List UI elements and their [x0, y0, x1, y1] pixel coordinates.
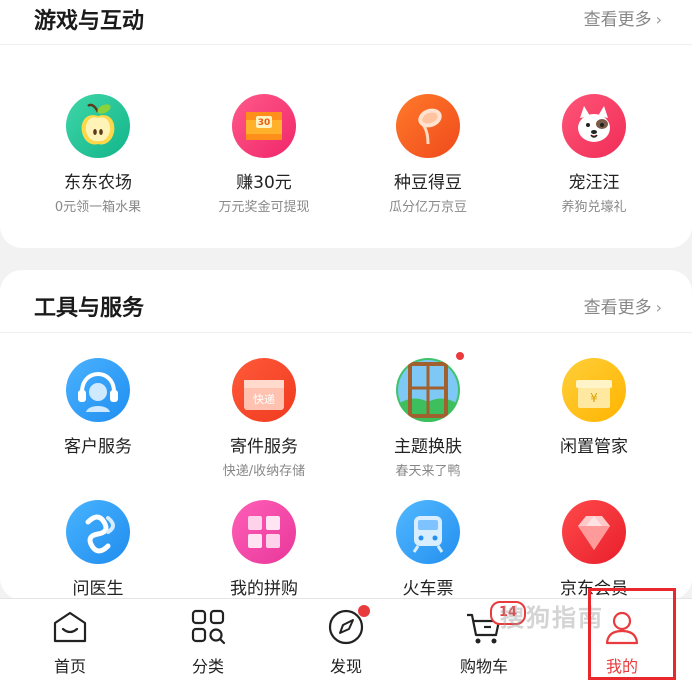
apple-icon: [66, 94, 130, 158]
tool-item-group-buy[interactable]: 我的拼购: [178, 500, 350, 599]
dog-face-icon: [562, 94, 626, 158]
tools-more-link[interactable]: 查看更多 ›: [584, 293, 662, 318]
home-icon: [50, 607, 90, 647]
cart-icon: 14: [464, 601, 526, 647]
window-landscape-icon: [396, 358, 460, 422]
tools-title: 工具与服务: [34, 296, 145, 321]
nav-category[interactable]: 分类: [158, 607, 258, 681]
puzzle-icon: [232, 500, 296, 564]
treasure-chest-icon: 30: [232, 94, 296, 158]
game-item-dog[interactable]: 宠汪汪 养狗兑壕礼: [508, 94, 680, 215]
tool-item-doctor[interactable]: 问医生: [12, 500, 184, 599]
tools-more-label: 查看更多: [583, 298, 652, 318]
parcel-box-icon: 快递: [232, 358, 296, 422]
item-label: 火车票: [402, 579, 454, 599]
customer-service-icon: [66, 358, 130, 422]
notification-dot: [358, 605, 370, 617]
category-grid-icon: [188, 607, 228, 647]
tools-header: 工具与服务 查看更多 ›: [0, 270, 692, 333]
medical-knot-icon: [66, 500, 130, 564]
tool-item-member[interactable]: 京东会员: [508, 500, 680, 599]
item-subtitle: 养狗兑壕礼: [561, 200, 627, 215]
item-label: 寄件服务: [230, 437, 298, 457]
games-card: 游戏与互动 查看更多 › 东东农场 0元领一箱水果 30 赚30元 万元奖金可提…: [0, 0, 692, 248]
item-label: 主题换肤: [394, 437, 462, 457]
game-item-earn30[interactable]: 30 赚30元 万元奖金可提现: [178, 94, 350, 215]
tools-card: 工具与服务 查看更多 › 客户服务 快递 寄件服务 快递/收纳存储 主题换肤 春…: [0, 270, 692, 600]
svg-text:30: 30: [258, 118, 271, 128]
nav-label: 购物车: [459, 657, 508, 676]
item-subtitle: 万元奖金可提现: [218, 200, 310, 215]
chevron-right-icon: ›: [655, 298, 662, 317]
tool-item-theme[interactable]: 主题换肤 春天来了鸭: [342, 352, 514, 479]
games-title: 游戏与互动: [34, 9, 145, 34]
bean-sprout-icon: [396, 94, 460, 158]
gift-box-icon: ¥: [562, 358, 626, 422]
item-label: 问医生: [72, 579, 124, 599]
item-label: 种豆得豆: [394, 173, 462, 193]
nav-label: 发现: [329, 657, 362, 676]
games-more-link[interactable]: 查看更多 ›: [584, 5, 662, 30]
nav-discover[interactable]: 发现: [296, 605, 396, 681]
gift-badge-text: ¥: [590, 391, 598, 405]
new-indicator-dot: [456, 352, 464, 360]
chevron-right-icon: ›: [655, 10, 662, 29]
tool-item-train[interactable]: 火车票: [342, 500, 514, 599]
parcel-badge-text: 快递: [253, 392, 275, 406]
item-subtitle: 0元领一箱水果: [54, 200, 142, 215]
item-subtitle: 快递/收纳存储: [222, 464, 306, 479]
tool-item-shipping[interactable]: 快递 寄件服务 快递/收纳存储: [178, 358, 350, 479]
item-label: 东东农场: [64, 173, 132, 193]
item-label: 宠汪汪: [568, 173, 620, 193]
item-label: 赚30元: [236, 173, 292, 193]
diamond-icon: [562, 500, 626, 564]
item-subtitle: 瓜分亿万京豆: [388, 200, 467, 215]
tool-item-idle[interactable]: ¥ 闲置管家: [508, 358, 680, 457]
nav-label: 分类: [191, 657, 224, 676]
item-subtitle: 春天来了鸭: [395, 464, 461, 479]
item-label: 客户服务: [64, 437, 132, 457]
highlight-box: [588, 588, 676, 680]
nav-label: 首页: [53, 657, 86, 676]
game-item-beans[interactable]: 种豆得豆 瓜分亿万京豆: [342, 94, 514, 215]
game-item-farm[interactable]: 东东农场 0元领一箱水果: [12, 94, 184, 215]
tool-item-customer-service[interactable]: 客户服务: [12, 358, 184, 457]
item-label: 闲置管家: [560, 437, 628, 457]
nav-home[interactable]: 首页: [20, 607, 120, 681]
games-more-label: 查看更多: [583, 10, 652, 30]
games-header: 游戏与互动 查看更多 ›: [0, 0, 692, 45]
train-icon: [396, 500, 460, 564]
item-label: 我的拼购: [230, 579, 298, 599]
compass-icon: [326, 605, 370, 647]
